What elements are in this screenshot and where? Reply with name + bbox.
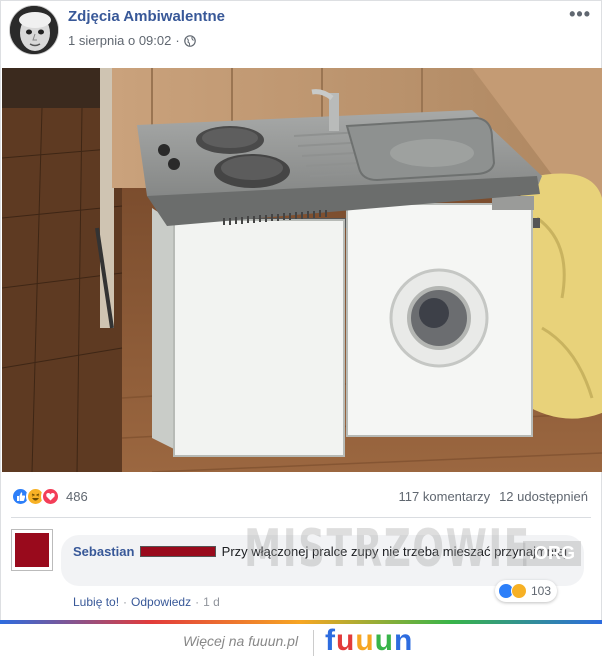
footer-separator [313, 630, 314, 656]
reactions-summary[interactable]: 486 [11, 487, 88, 506]
post-meta: 1 sierpnia o 09:02 · [68, 33, 196, 48]
page-name[interactable]: Zdjęcia Ambiwalentne [68, 8, 225, 25]
logo-letter: n [393, 624, 414, 657]
comment-bubble: Sebastian Przy włączonej pralce zupy nie… [61, 535, 584, 586]
engagement-counts: 117 komentarzy 12 udostępnień [399, 489, 588, 504]
redacted-name [140, 546, 217, 557]
like-comment-link[interactable]: Lubię to! [73, 595, 119, 609]
logo-letter: f [325, 624, 336, 657]
post-date[interactable]: 1 sierpnia o 09:02 [68, 33, 171, 48]
comment-text: Przy włączonej pralce zupy nie trzeba mi… [221, 544, 568, 559]
globe-icon [183, 34, 196, 47]
haha-icon [511, 583, 527, 599]
post-photo[interactable] [2, 68, 602, 472]
action-separator: · [123, 595, 128, 609]
footer-color-bar [0, 620, 602, 624]
divider [11, 517, 591, 518]
fuuun-logo[interactable]: fuuun [325, 624, 413, 658]
comment-reaction-count: 103 [531, 584, 552, 598]
facebook-post-card: Zdjęcia Ambiwalentne 1 sierpnia o 09:02 … [0, 0, 602, 622]
more-options-button[interactable]: ••• [569, 4, 591, 25]
commenter-avatar[interactable] [11, 529, 53, 571]
logo-letter: u [336, 624, 356, 657]
reply-link[interactable]: Odpowiedz [131, 595, 191, 609]
love-icon [41, 487, 60, 506]
action-separator: · [195, 595, 200, 609]
shares-count-link[interactable]: 12 udostępnień [499, 489, 588, 504]
meta-separator: · [175, 33, 180, 48]
logo-letter: u [374, 624, 394, 657]
page-avatar[interactable] [9, 5, 59, 55]
comment-actions: Lubię to! · Odpowiedz · 1 d [73, 595, 220, 609]
reaction-count: 486 [66, 489, 88, 504]
footer-link[interactable]: Więcej na fuuun.pl [183, 633, 298, 649]
comment-reactions[interactable]: 103 [495, 580, 558, 602]
comment-time[interactable]: 1 d [203, 595, 220, 609]
comments-count-link[interactable]: 117 komentarzy [399, 489, 491, 504]
comment-author[interactable]: Sebastian [73, 544, 134, 559]
logo-letter: u [355, 624, 375, 657]
